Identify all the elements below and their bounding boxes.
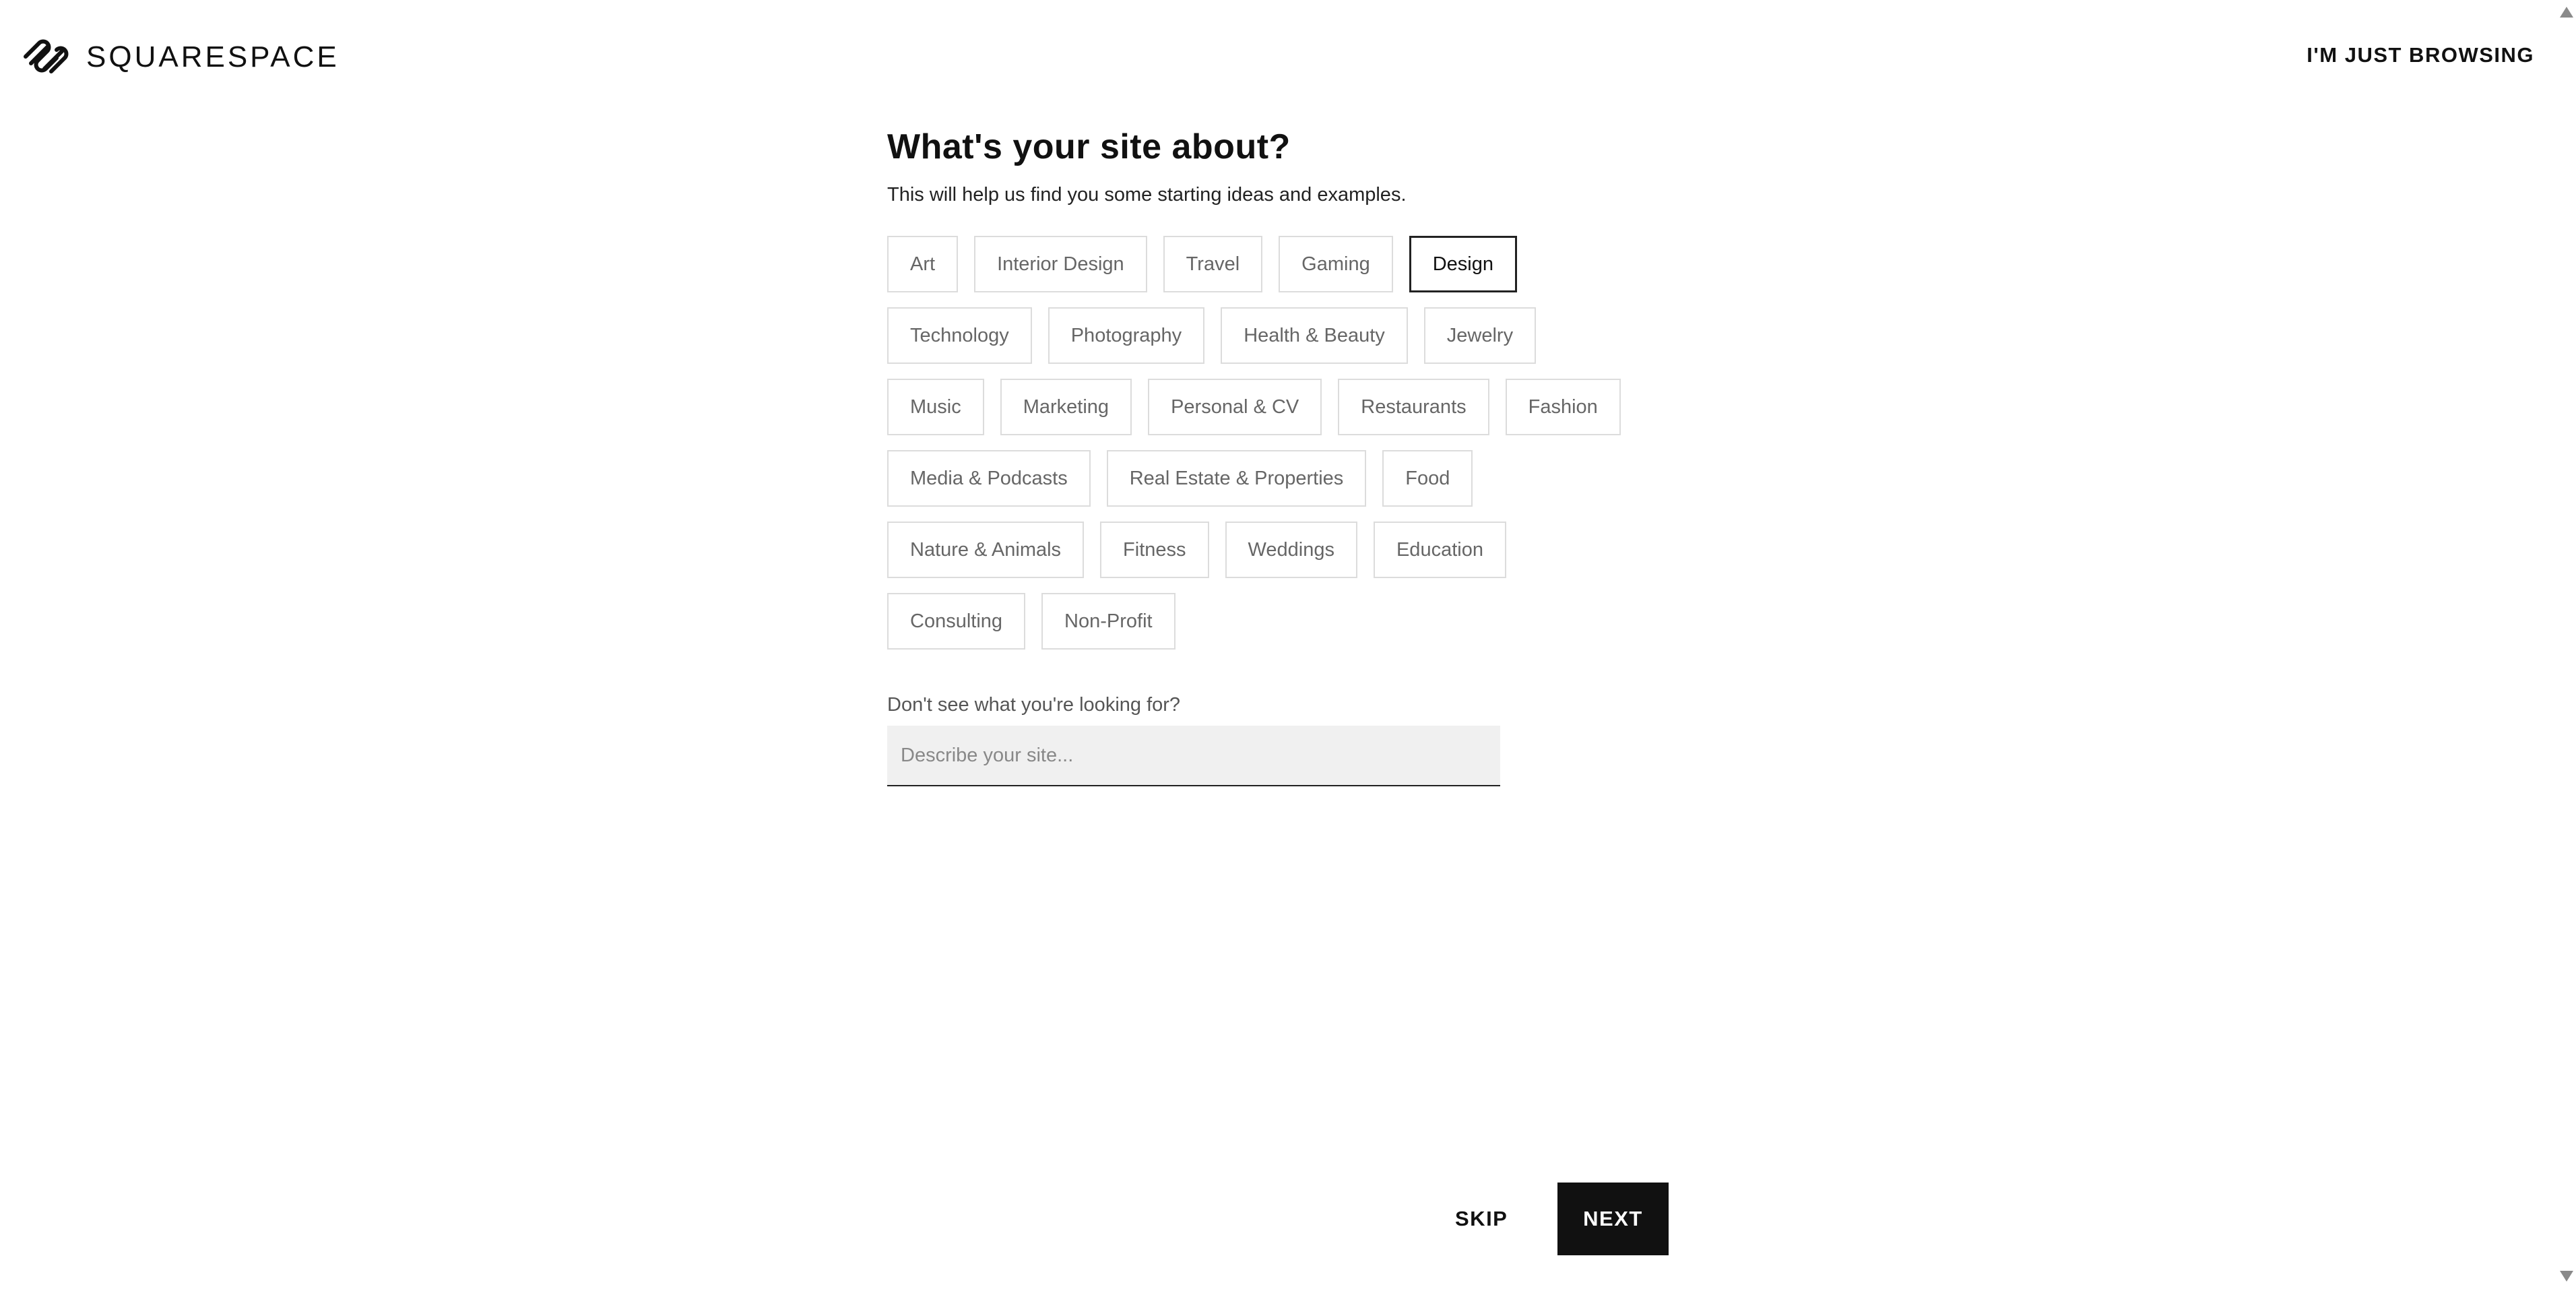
scroll-up-arrow-icon[interactable] bbox=[2560, 7, 2573, 18]
topic-chip-jewelry[interactable]: Jewelry bbox=[1423, 307, 1537, 364]
topic-chip-weddings[interactable]: Weddings bbox=[1225, 522, 1357, 578]
topic-chip-fitness[interactable]: Fitness bbox=[1100, 522, 1209, 578]
topic-chip-non-profit[interactable]: Non-Profit bbox=[1041, 593, 1176, 650]
skip-button[interactable]: SKIP bbox=[1448, 1183, 1514, 1255]
topic-chip-nature-and-animals[interactable]: Nature & Animals bbox=[887, 522, 1085, 578]
topic-chip-marketing[interactable]: Marketing bbox=[1000, 379, 1132, 435]
topic-chip-real-estate-and-properties[interactable]: Real Estate & Properties bbox=[1106, 450, 1367, 507]
page-title: What's your site about? bbox=[887, 127, 1291, 166]
topic-chip-row: Media & Podcasts Real Estate & Properties… bbox=[887, 450, 1696, 507]
topic-chip-row: Nature & Animals Fitness Weddings Education bbox=[887, 522, 1696, 578]
topic-chip-personal-and-cv[interactable]: Personal & CV bbox=[1148, 379, 1322, 435]
topic-chip-row: Music Marketing Personal & CV Restaurants Fa… bbox=[887, 379, 1696, 435]
topic-chip-technology[interactable]: Technology bbox=[887, 307, 1032, 364]
topic-chip-food[interactable]: Food bbox=[1382, 450, 1473, 507]
just-browsing-link[interactable]: I'M JUST BROWSING bbox=[2307, 43, 2534, 67]
topic-chip-row: Art Interior Design Travel Gaming Design bbox=[887, 236, 1696, 292]
topic-chip-travel[interactable]: Travel bbox=[1163, 236, 1263, 292]
topic-chip-music[interactable]: Music bbox=[887, 379, 984, 435]
topic-chip-restaurants[interactable]: Restaurants bbox=[1338, 379, 1489, 435]
topic-chip-education[interactable]: Education bbox=[1373, 522, 1506, 578]
squarespace-logo[interactable]: SQUARESPACE bbox=[22, 36, 340, 78]
topic-chip-row: Consulting Non-Profit bbox=[887, 593, 1696, 650]
page: SQUARESPACE I'M JUST BROWSING What's you… bbox=[0, 0, 2576, 1291]
topic-chip-art[interactable]: Art bbox=[887, 236, 959, 292]
scroll-down-arrow-icon[interactable] bbox=[2560, 1271, 2573, 1282]
topic-chip-fashion[interactable]: Fashion bbox=[1505, 379, 1621, 435]
topic-chip-health-and-beauty[interactable]: Health & Beauty bbox=[1221, 307, 1408, 364]
logo-text: SQUARESPACE bbox=[86, 40, 340, 73]
topic-chip-photography[interactable]: Photography bbox=[1048, 307, 1205, 364]
topic-chip-media-and-podcasts[interactable]: Media & Podcasts bbox=[887, 450, 1091, 507]
topic-chip-gaming[interactable]: Gaming bbox=[1279, 236, 1393, 292]
topic-chip-consulting[interactable]: Consulting bbox=[887, 593, 1026, 650]
topic-chip-interior-design[interactable]: Interior Design bbox=[974, 236, 1147, 292]
topic-chip-row: Technology Photography Health & Beauty Jewe… bbox=[887, 307, 1696, 364]
squarespace-logo-icon bbox=[24, 39, 69, 73]
next-button[interactable]: NEXT bbox=[1557, 1183, 1669, 1255]
page-subtitle: This will help us find you some starting… bbox=[887, 184, 1407, 206]
topic-chip-design[interactable]: Design bbox=[1409, 236, 1517, 292]
topic-chip-list: Art Interior Design Travel Gaming Design Tech… bbox=[887, 236, 1696, 650]
topic-selection-panel: What's your site about? This will help u… bbox=[887, 123, 1696, 786]
describe-site-input[interactable] bbox=[887, 726, 1500, 786]
custom-topic-label: Don't see what you're looking for? bbox=[887, 694, 1181, 716]
